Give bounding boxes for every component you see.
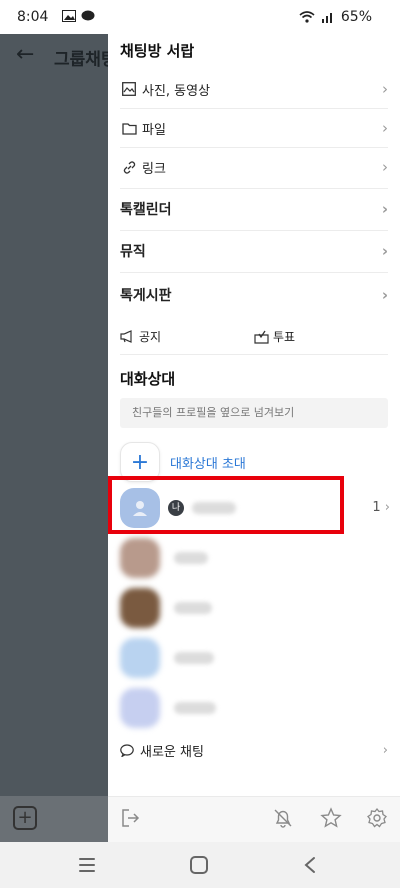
- drawer-row-label: 톡게시판: [120, 288, 172, 304]
- profile-swipe-hint[interactable]: 친구들의 프로필을 옆으로 넘겨보기: [120, 398, 388, 428]
- new-chat-row[interactable]: 새로운 채팅 ›: [120, 738, 388, 762]
- new-chat-label: 새로운 채팅: [140, 744, 204, 760]
- link-icon: [120, 160, 138, 175]
- notice-button[interactable]: 공지: [120, 328, 161, 345]
- megaphone-icon: [120, 330, 132, 343]
- drawer-row-label: 사진, 동영상: [142, 83, 211, 99]
- drawer-row-label: 톡캘린더: [120, 202, 172, 218]
- participants-heading: 대화상대: [120, 370, 176, 388]
- plus-icon[interactable]: +: [13, 806, 37, 830]
- participant-row[interactable]: [120, 588, 390, 632]
- blurred-name: [174, 652, 214, 664]
- blurred-name: [174, 702, 216, 714]
- divider: [120, 230, 388, 231]
- invite-participant-link[interactable]: 대화상대 초대: [170, 453, 246, 472]
- drawer-row-files[interactable]: 파일 ›: [120, 109, 388, 147]
- chevron-right-icon: ›: [382, 80, 388, 98]
- drawer-title: 채팅방 서랍: [120, 42, 195, 60]
- battery-level: 65%: [340, 9, 372, 25]
- vote-label: 투표: [273, 330, 296, 344]
- recent-apps-icon[interactable]: [76, 854, 98, 876]
- drawer-row-label: 뮤직: [120, 244, 146, 260]
- avatar: [120, 538, 160, 578]
- star-icon[interactable]: [320, 807, 344, 831]
- avatar: [120, 638, 160, 678]
- notice-vote-row: 공지 투표: [120, 320, 388, 352]
- participant-row[interactable]: [120, 538, 390, 582]
- image-icon: [120, 82, 138, 96]
- chat-notification-icon: [81, 10, 95, 21]
- chevron-right-icon: ›: [381, 286, 388, 304]
- blurred-name: [174, 602, 212, 614]
- status-notification-icons: [62, 10, 95, 22]
- red-highlight-box: [108, 476, 344, 534]
- drawer-bottom-bar: [108, 796, 400, 843]
- avatar: [120, 588, 160, 628]
- chevron-right-icon: ›: [382, 119, 388, 137]
- drawer-row-music[interactable]: 뮤직 ›: [120, 232, 388, 270]
- participant-row[interactable]: [120, 688, 390, 732]
- chevron-right-icon: ›: [384, 500, 390, 515]
- background-input-bar: +: [0, 796, 108, 842]
- status-right: 65%: [299, 9, 372, 25]
- status-time: 8:04: [17, 9, 49, 25]
- signal-icon: [321, 13, 332, 23]
- divider: [120, 272, 388, 273]
- blurred-name: [174, 552, 208, 564]
- chevron-right-icon: ›: [382, 742, 388, 758]
- chevron-right-icon: ›: [382, 158, 388, 176]
- home-icon[interactable]: [188, 854, 210, 876]
- notice-label: 공지: [139, 330, 162, 344]
- gallery-notification-icon: [62, 10, 76, 22]
- back-icon[interactable]: [300, 854, 322, 876]
- chevron-right-icon: ›: [381, 242, 388, 260]
- drawer-row-label: 링크: [142, 161, 166, 177]
- drawer-row-talk-board[interactable]: 톡게시판 ›: [120, 276, 388, 314]
- drawer-row-links[interactable]: 링크 ›: [120, 148, 388, 186]
- chevron-right-icon: ›: [381, 200, 388, 218]
- mute-bell-icon[interactable]: [272, 807, 296, 831]
- status-bar: 8:04 65%: [0, 0, 400, 34]
- drawer-row-talk-calendar[interactable]: 톡캘린더 ›: [120, 190, 388, 228]
- avatar: [120, 688, 160, 728]
- back-arrow-icon[interactable]: ←: [16, 42, 34, 67]
- drawer-row-media[interactable]: 사진, 동영상 ›: [120, 70, 388, 108]
- drawer-row-label: 파일: [142, 122, 166, 138]
- participant-row[interactable]: [120, 638, 390, 682]
- chat-bubble-icon: [120, 743, 134, 757]
- exit-room-icon[interactable]: [120, 807, 144, 831]
- divider: [120, 354, 388, 355]
- chat-drawer-panel: 채팅방 서랍 사진, 동영상 › 파일 › 링크 › 톡캘린더 › 뮤직 › 톡…: [108, 0, 400, 843]
- divider: [120, 188, 388, 189]
- folder-icon: [120, 122, 138, 135]
- system-nav-bar: [0, 842, 400, 888]
- gear-icon[interactable]: [366, 807, 390, 831]
- vote-button[interactable]: 투표: [254, 328, 295, 345]
- wifi-icon: [299, 11, 315, 23]
- me-count: 1 ›: [372, 500, 390, 515]
- vote-box-icon: [254, 330, 269, 344]
